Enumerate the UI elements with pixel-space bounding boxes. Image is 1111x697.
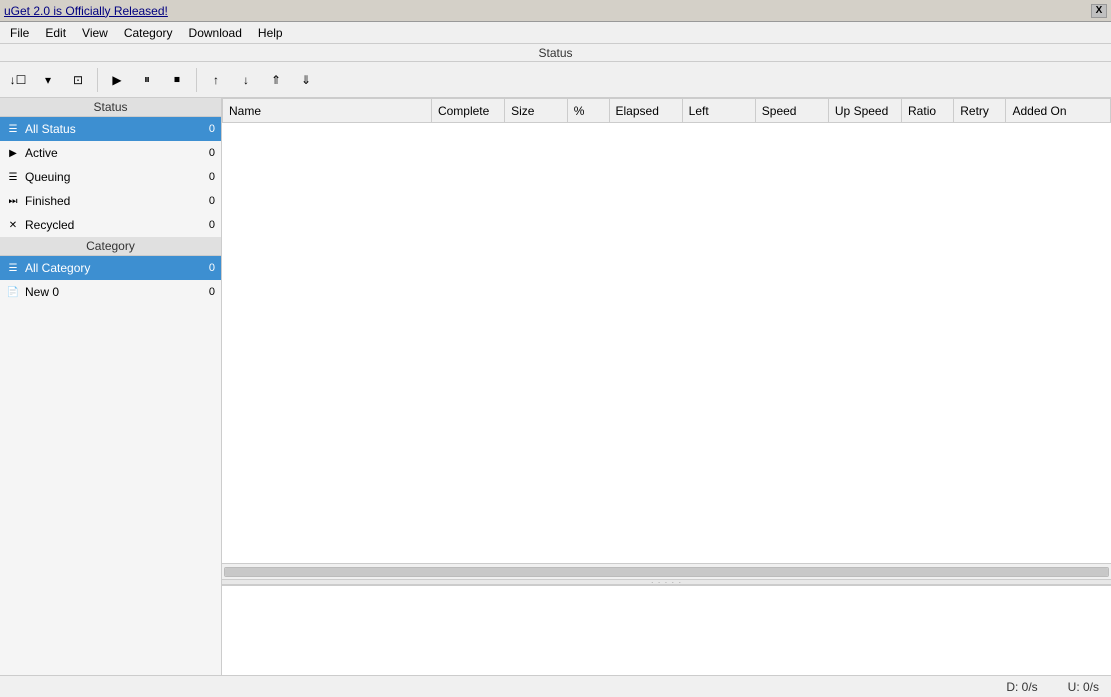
col-header-percent[interactable]: % [567,99,609,123]
detail-panel [222,585,1111,675]
menu-edit[interactable]: Edit [37,24,74,42]
col-header-retry[interactable]: Retry [954,99,1006,123]
menu-bar: FileEditViewCategoryDownloadHelp [0,22,1111,44]
new-0-count: 0 [209,286,215,298]
active-label: Active [25,146,58,160]
col-header-speed[interactable]: Speed [755,99,828,123]
toolbar-stop-button[interactable]: ⏹ [163,66,191,94]
toolbar-pause-button[interactable]: ⏸ [133,66,161,94]
recycled-label: Recycled [25,218,74,232]
sidebar-item-all-category[interactable]: ☰ All Category 0 [0,256,221,280]
title-text[interactable]: uGet 2.0 is Officially Released! [4,4,168,18]
active-count: 0 [209,147,215,159]
finished-count: 0 [209,195,215,207]
toolbar-new-task-button[interactable]: ⊡ [64,66,92,94]
all-category-icon: ☰ [6,261,20,275]
sidebar-status-list: ☰ All Status 0 ▶ Active 0 ☰ Queuing 0 ⏭ … [0,117,221,237]
toolbar-move-up-button[interactable]: ↑ [202,66,230,94]
col-header-left[interactable]: Left [682,99,755,123]
sidebar-item-new-0[interactable]: 📄 New 0 0 [0,280,221,304]
main-content: Status ☰ All Status 0 ▶ Active 0 ☰ Queui… [0,98,1111,675]
category-section-header: Category [0,237,221,256]
new-0-icon: 📄 [6,285,20,299]
upload-speed: U: 0/s [1068,680,1099,694]
scrollbar-track[interactable] [224,567,1109,577]
col-header-elapsed[interactable]: Elapsed [609,99,682,123]
sidebar-item-queuing[interactable]: ☰ Queuing 0 [0,165,221,189]
menu-view[interactable]: View [74,24,116,42]
table-area: NameCompleteSize%ElapsedLeftSpeedUp Spee… [222,98,1111,675]
toolbar-separator1 [97,68,98,92]
toolbar-dropdown-arrow-button[interactable]: ▾ [34,66,62,94]
sidebar-item-all-status[interactable]: ☰ All Status 0 [0,117,221,141]
sidebar-item-finished[interactable]: ⏭ Finished 0 [0,189,221,213]
queuing-count: 0 [209,171,215,183]
toolbar-move-bottom-button[interactable]: ⇓ [292,66,320,94]
toolbar-move-top-button[interactable]: ⇑ [262,66,290,94]
menu-download[interactable]: Download [181,24,250,42]
sidebar-item-active[interactable]: ▶ Active 0 [0,141,221,165]
menu-category[interactable]: Category [116,24,181,42]
new-0-label: New 0 [25,285,59,299]
toolbar-move-down-button[interactable]: ↓ [232,66,260,94]
toolbar: ↓☐▾⊡ ▶⏸⏹ ↑↓⇑⇓ [0,62,1111,98]
col-header-name[interactable]: Name [223,99,432,123]
all-status-count: 0 [209,123,215,135]
download-speed: D: 0/s [1006,680,1037,694]
toolbar-new-download-button[interactable]: ↓☐ [4,66,32,94]
queuing-icon: ☰ [6,170,20,184]
table-scroll[interactable]: NameCompleteSize%ElapsedLeftSpeedUp Spee… [222,98,1111,563]
toolbar-start-button[interactable]: ▶ [103,66,131,94]
queuing-label: Queuing [25,170,70,184]
col-header-up-speed[interactable]: Up Speed [828,99,901,123]
col-header-size[interactable]: Size [505,99,568,123]
all-category-label: All Category [25,261,90,275]
status-label: Status [0,44,1111,62]
finished-icon: ⏭ [6,194,20,208]
footer: D: 0/s U: 0/s [0,675,1111,697]
col-header-ratio[interactable]: Ratio [902,99,954,123]
all-status-icon: ☰ [6,122,20,136]
active-icon: ▶ [6,146,20,160]
recycled-count: 0 [209,219,215,231]
status-section-header: Status [0,98,221,117]
title-bar: uGet 2.0 is Officially Released! X [0,0,1111,22]
all-category-count: 0 [209,262,215,274]
scrollbar-thumb[interactable] [225,568,1108,576]
table-header: NameCompleteSize%ElapsedLeftSpeedUp Spee… [223,99,1111,123]
sidebar-item-recycled[interactable]: ✕ Recycled 0 [0,213,221,237]
sidebar: Status ☰ All Status 0 ▶ Active 0 ☰ Queui… [0,98,222,675]
all-status-label: All Status [25,122,76,136]
download-table: NameCompleteSize%ElapsedLeftSpeedUp Spee… [222,98,1111,123]
toolbar-separator2 [196,68,197,92]
close-button[interactable]: X [1091,4,1107,18]
sidebar-category-list: ☰ All Category 0 📄 New 0 0 [0,256,221,304]
menu-file[interactable]: File [2,24,37,42]
menu-help[interactable]: Help [250,24,291,42]
col-header-complete[interactable]: Complete [431,99,504,123]
finished-label: Finished [25,194,70,208]
col-header-added-on[interactable]: Added On [1006,99,1111,123]
recycled-icon: ✕ [6,218,20,232]
